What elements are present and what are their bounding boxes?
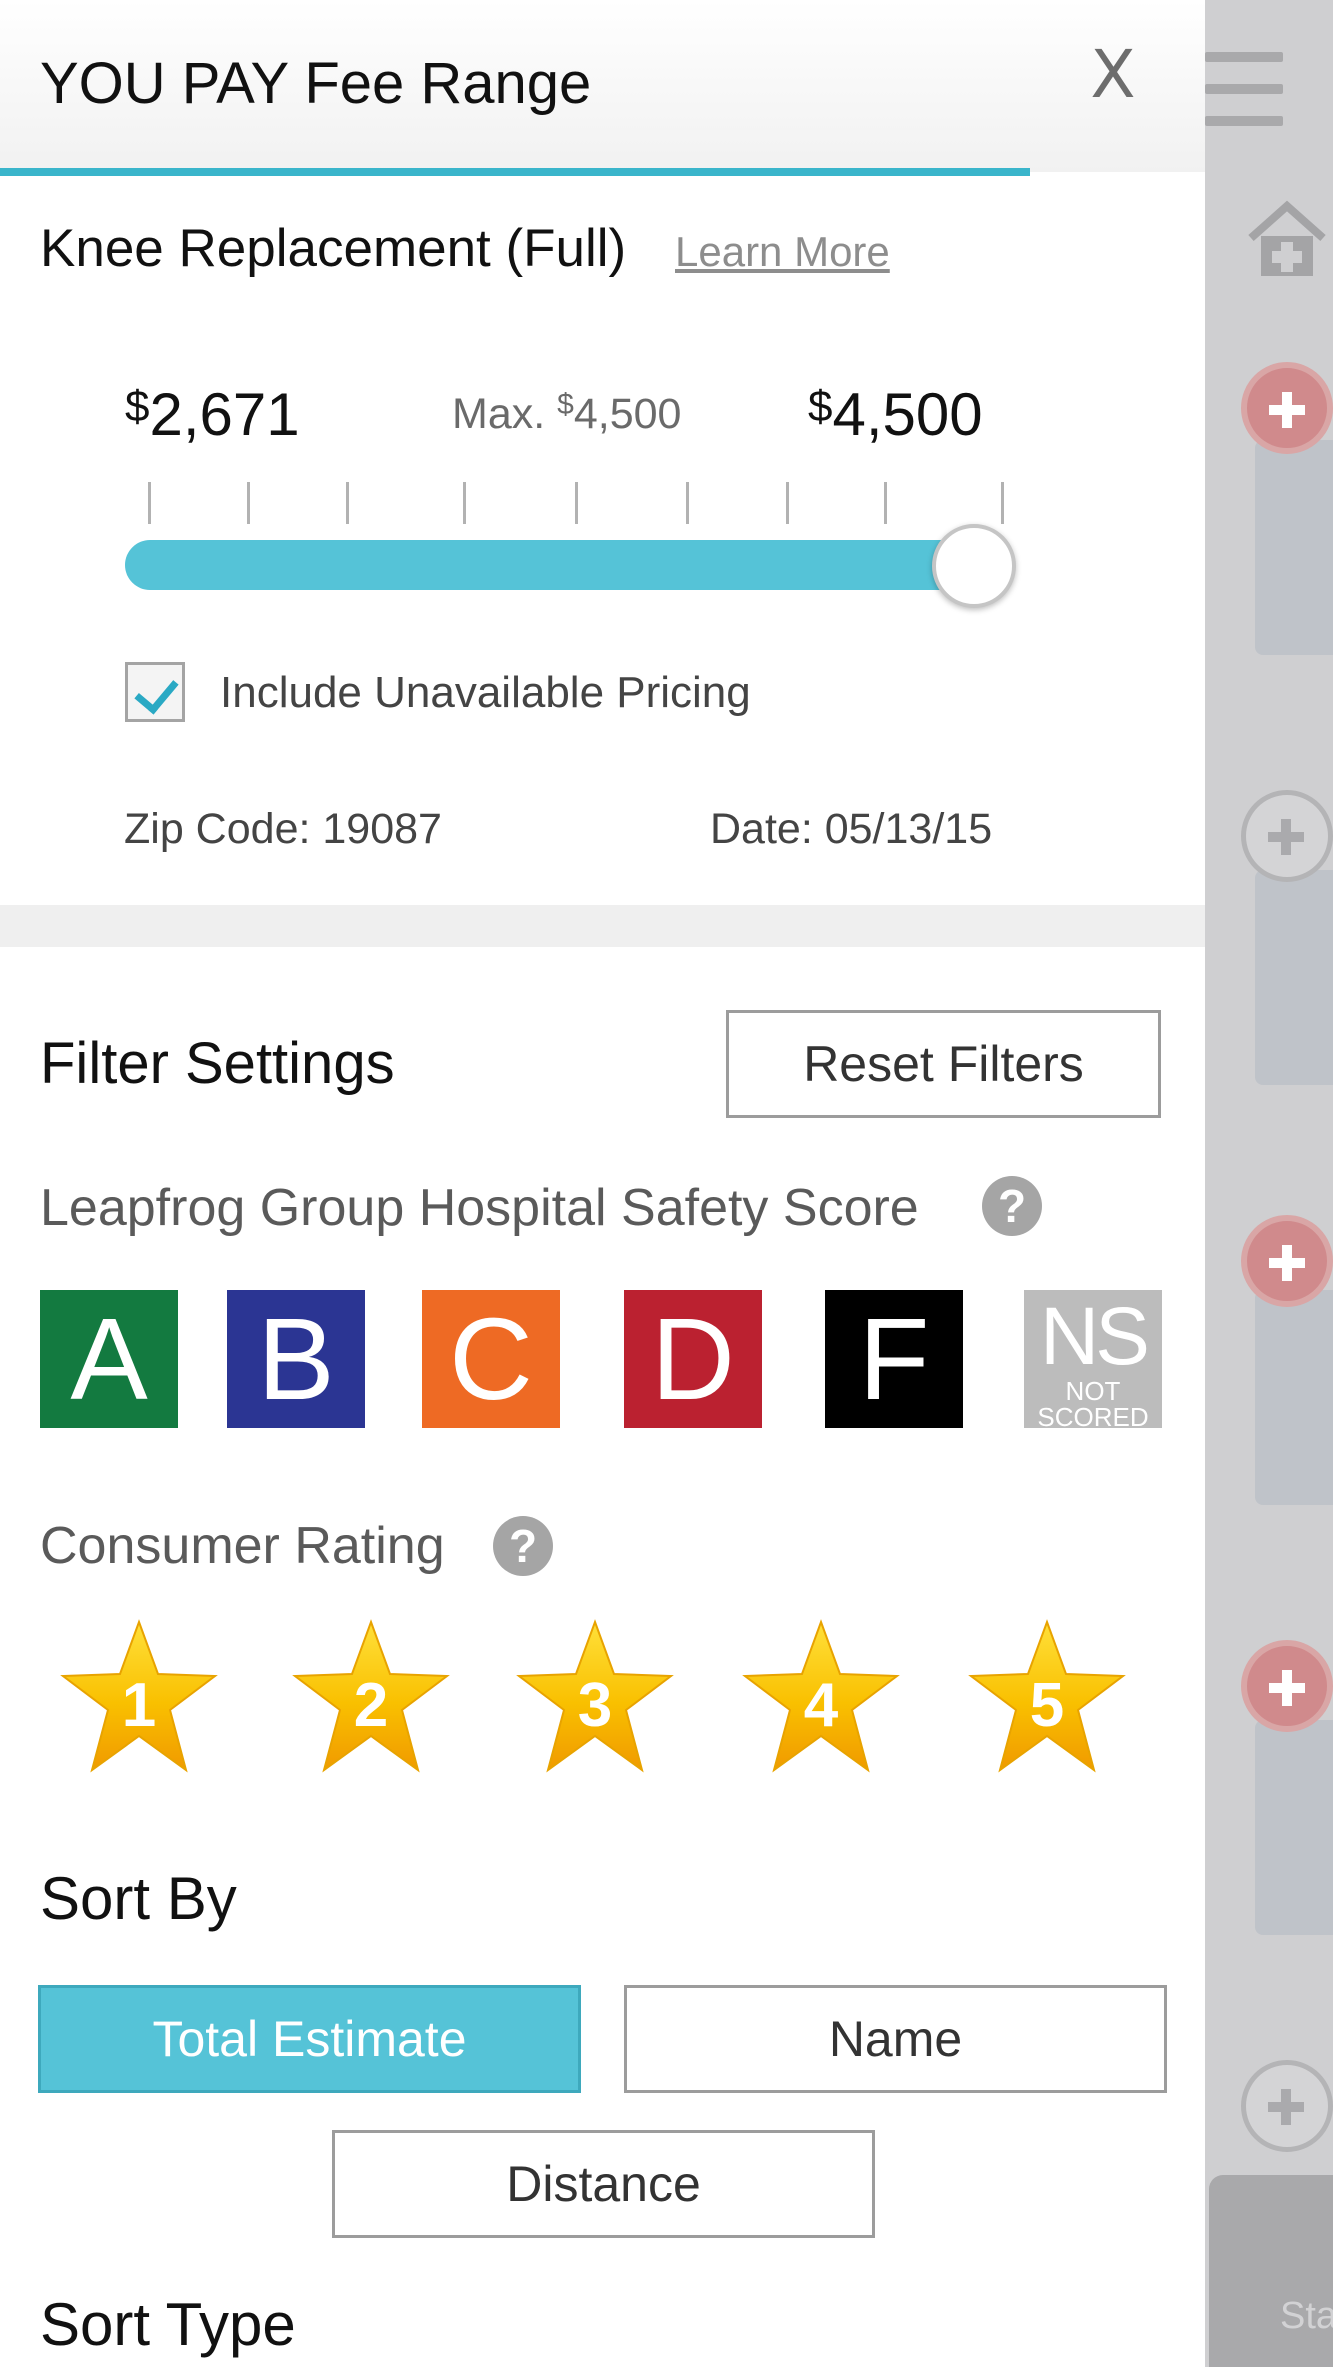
slider-tick (1001, 482, 1004, 524)
grade-ns-letter: NS (1040, 1291, 1150, 1382)
star-number: 4 (803, 1671, 839, 1740)
star-number: 1 (121, 1671, 157, 1740)
grade-f-button[interactable]: F (825, 1290, 963, 1428)
date-label: Date: 05/13/15 (710, 805, 993, 853)
price-slider-handle[interactable] (932, 524, 1016, 608)
zip-code-label: Zip Code: 19087 (124, 805, 442, 853)
grade-b-button[interactable]: B (227, 1290, 365, 1428)
grade-ns-sub: NOT SCORED (1037, 1376, 1149, 1432)
include-unavailable-checkbox[interactable] (125, 662, 185, 722)
grade-c-button[interactable]: C (422, 1290, 560, 1428)
fee-filter-panel: YOU PAY Fee Range X Knee Replacement (Fu… (0, 0, 1205, 2367)
menu-icon[interactable] (1205, 52, 1283, 132)
price-slider-track[interactable] (125, 540, 1015, 590)
add-icon[interactable] (1241, 1640, 1333, 1732)
star-number: 2 (353, 1671, 389, 1740)
hospital-home-icon[interactable] (1245, 200, 1329, 280)
slider-tick (148, 482, 151, 524)
slider-tick (247, 482, 250, 524)
bottom-tab-label: Sta (1280, 2295, 1333, 2337)
sort-total-estimate-button[interactable]: Total Estimate (38, 1985, 581, 2093)
max-limit-label: Max. $4,500 (452, 388, 682, 438)
slider-tick (686, 482, 689, 524)
background-app: Sta (1205, 0, 1333, 2367)
reset-filters-button[interactable]: Reset Filters (726, 1010, 1161, 1118)
max-price: $4,500 (808, 381, 983, 448)
bottom-tab[interactable] (1209, 2175, 1333, 2367)
grade-a-button[interactable]: A (40, 1290, 178, 1428)
star-number: 5 (1029, 1671, 1065, 1740)
add-icon[interactable] (1241, 1215, 1333, 1307)
learn-more-link[interactable]: Learn More (675, 228, 890, 276)
include-unavailable-label: Include Unavailable Pricing (220, 668, 751, 717)
hospital-card-image[interactable] (1255, 440, 1333, 655)
grade-not-scored-button[interactable]: NS NOT SCORED (1024, 1290, 1162, 1432)
safety-score-label: Leapfrog Group Hospital Safety Score (40, 1179, 919, 1237)
add-icon[interactable] (1241, 362, 1333, 454)
star-rating-3-button[interactable]: 3 (515, 1618, 675, 1776)
sort-name-button[interactable]: Name (624, 1985, 1167, 2093)
close-button[interactable]: X (1085, 40, 1141, 110)
panel-header: YOU PAY Fee Range X (0, 0, 1205, 176)
slider-tick (463, 482, 466, 524)
star-rating-2-button[interactable]: 2 (291, 1618, 451, 1776)
panel-title: YOU PAY Fee Range (40, 51, 592, 116)
sort-type-title: Sort Type (40, 2291, 296, 2358)
star-number: 3 (577, 1671, 613, 1740)
slider-tick (786, 482, 789, 524)
procedure-name: Knee Replacement (Full) (40, 219, 627, 278)
sort-distance-button[interactable]: Distance (332, 2130, 875, 2238)
filter-settings-title: Filter Settings (40, 1031, 395, 1096)
sort-by-title: Sort By (40, 1865, 237, 1932)
add-icon[interactable] (1241, 790, 1333, 882)
section-divider (0, 905, 1205, 947)
slider-tick (575, 482, 578, 524)
star-rating-1-button[interactable]: 1 (59, 1618, 219, 1776)
header-progress-line (0, 168, 1030, 176)
slider-tick (884, 482, 887, 524)
star-rating-4-button[interactable]: 4 (741, 1618, 901, 1776)
help-icon[interactable]: ? (982, 1176, 1042, 1236)
help-icon[interactable]: ? (493, 1516, 553, 1576)
hospital-card-image[interactable] (1255, 1290, 1333, 1505)
grade-d-button[interactable]: D (624, 1290, 762, 1428)
consumer-rating-label: Consumer Rating (40, 1517, 445, 1575)
min-price: $2,671 (125, 381, 300, 448)
slider-tick (346, 482, 349, 524)
hospital-card-image[interactable] (1255, 870, 1333, 1085)
star-rating-5-button[interactable]: 5 (967, 1618, 1127, 1776)
hospital-card-image[interactable] (1255, 1720, 1333, 1935)
add-icon[interactable] (1241, 2060, 1333, 2152)
